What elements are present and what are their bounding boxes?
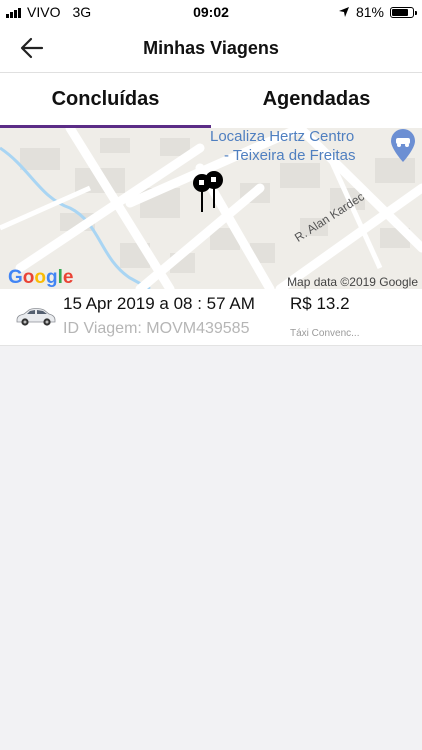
battery-percent: 81% [355, 4, 384, 20]
page-title: Minhas Viagens [143, 38, 279, 58]
trip-pin-icon [193, 171, 223, 212]
map-attribution: Map data ©2019 Google [287, 275, 418, 289]
trip-map[interactable]: Localiza Hertz Centro - Teixeira de Frei… [0, 128, 422, 289]
poi-label-2: - Teixeira de Freitas [224, 147, 356, 164]
tab-concluidas[interactable]: Concluídas [0, 73, 211, 128]
battery-icon [390, 6, 417, 18]
location-arrow-icon [338, 7, 349, 17]
trip-category: Táxi Convenc... [290, 328, 360, 339]
trip-id: ID Viagem: MOVM439585 [63, 320, 250, 337]
car-icon [16, 308, 56, 326]
status-bar: VIVO 3G 09:02 81% [0, 0, 422, 24]
tab-bar: Concluídas Agendadas [0, 73, 422, 128]
trip-date: 15 Apr 2019 a 08 : 57 AM [63, 294, 255, 313]
status-right: 81% [338, 4, 417, 20]
tab-agendadas[interactable]: Agendadas [211, 73, 422, 128]
google-logo: Google [8, 267, 74, 288]
trip-list-item[interactable]: 15 Apr 2019 a 08 : 57 AM ID Viagem: MOVM… [0, 289, 422, 346]
app-header: Minhas Viagens [0, 24, 422, 73]
poi-label-1: Localiza Hertz Centro [210, 128, 355, 145]
car-rental-poi-icon [391, 129, 415, 162]
trip-price: R$ 13.2 [290, 294, 350, 313]
